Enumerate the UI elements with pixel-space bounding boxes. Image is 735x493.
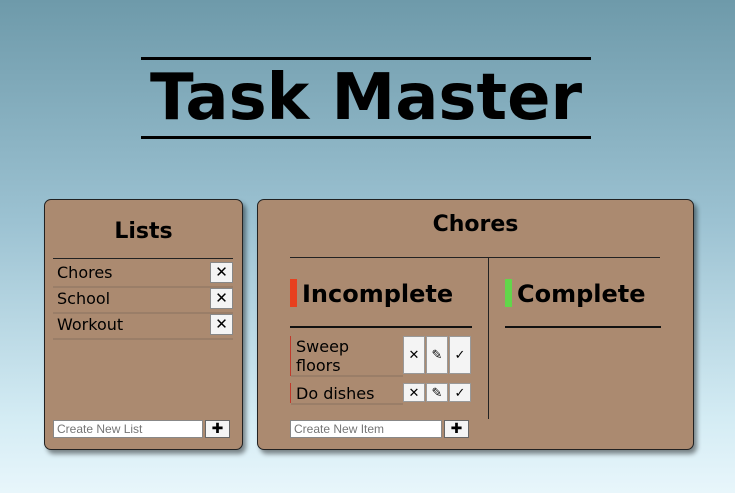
- new-item-row: ✚: [290, 420, 469, 438]
- list-item-label[interactable]: Chores: [57, 263, 113, 282]
- app-header: Task Master: [141, 57, 591, 139]
- title-top-rule: [141, 57, 591, 60]
- list-item-workout[interactable]: Workout ✕: [53, 314, 233, 340]
- add-item-button[interactable]: ✚: [444, 420, 469, 438]
- incomplete-rule: [290, 326, 472, 328]
- list-item-chores[interactable]: Chores ✕: [53, 262, 233, 288]
- task-item: Do dishes ✕ ✎ ✓: [290, 383, 473, 405]
- delete-task-button[interactable]: ✕: [403, 383, 425, 402]
- incomplete-marker: [290, 279, 297, 307]
- complete-title: Complete: [517, 280, 646, 308]
- lists-list: Chores ✕ School ✕ Workout ✕: [53, 262, 233, 340]
- chores-heading: Chores: [432, 212, 519, 237]
- delete-list-button[interactable]: ✕: [210, 262, 233, 283]
- add-list-button[interactable]: ✚: [205, 420, 230, 438]
- chores-panel: Chores Incomplete Complete Sweep floors …: [257, 199, 694, 450]
- column-divider: [488, 258, 489, 419]
- task-label: Do dishes: [296, 384, 375, 403]
- chores-divider: [290, 257, 660, 258]
- delete-task-button[interactable]: ✕: [403, 336, 425, 374]
- new-list-row: ✚: [53, 420, 230, 438]
- app-title: Task Master: [149, 61, 583, 135]
- list-item-school[interactable]: School ✕: [53, 288, 233, 314]
- complete-rule: [505, 326, 661, 328]
- new-list-input[interactable]: [53, 420, 203, 438]
- list-item-label[interactable]: Workout: [57, 315, 123, 334]
- list-item-label[interactable]: School: [57, 289, 110, 308]
- task-label-line1: Sweep: [296, 337, 350, 356]
- lists-panel: Lists Chores ✕ School ✕ Workout ✕ ✚: [44, 199, 243, 450]
- delete-list-button[interactable]: ✕: [210, 314, 233, 335]
- edit-task-button[interactable]: ✎: [426, 383, 448, 402]
- complete-task-button[interactable]: ✓: [449, 336, 471, 374]
- lists-divider: [53, 258, 233, 259]
- lists-heading: Lists: [114, 219, 173, 244]
- task-item: Sweep floors ✕ ✎ ✓: [290, 336, 473, 377]
- title-bottom-rule: [141, 136, 591, 139]
- new-item-input[interactable]: [290, 420, 442, 438]
- task-underline: [291, 375, 403, 377]
- task-underline: [291, 403, 403, 405]
- complete-task-button[interactable]: ✓: [449, 383, 471, 402]
- delete-list-button[interactable]: ✕: [210, 288, 233, 309]
- incomplete-title: Incomplete: [302, 280, 454, 308]
- task-label-line2: floors: [296, 356, 341, 375]
- edit-task-button[interactable]: ✎: [426, 336, 448, 374]
- complete-marker: [505, 279, 512, 307]
